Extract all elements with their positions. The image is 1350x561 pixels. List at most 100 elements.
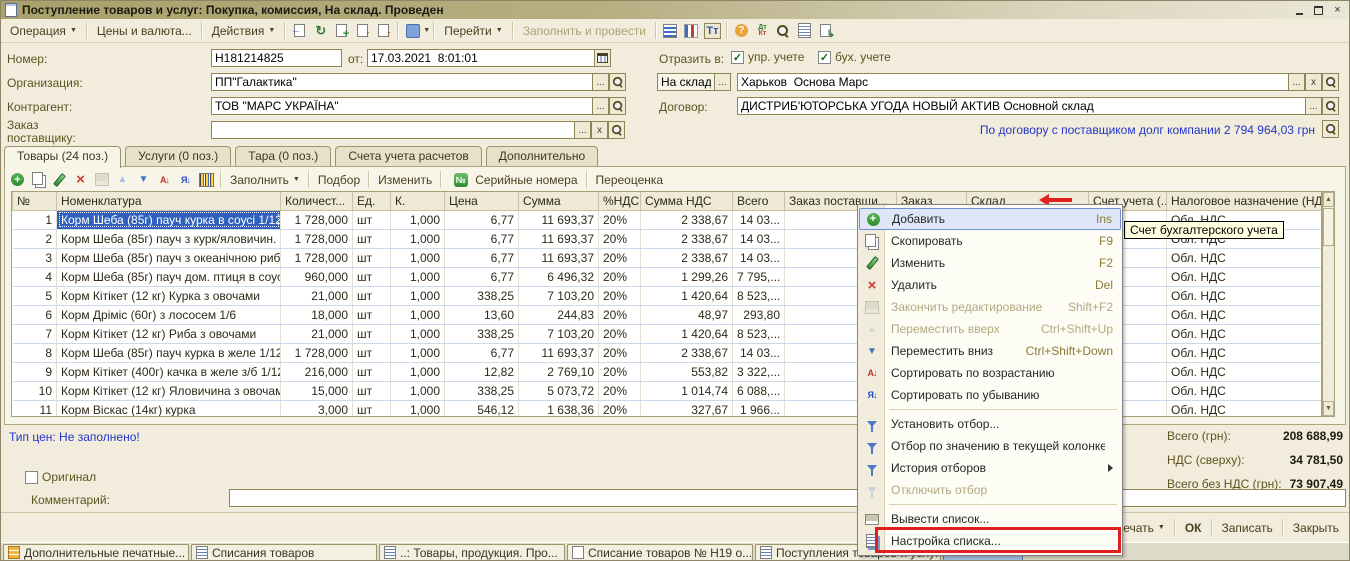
warehouse-clear-button[interactable]: x [1305, 73, 1322, 91]
col-number[interactable]: № [13, 192, 57, 210]
barcode-icon[interactable] [198, 172, 215, 188]
delete-row-icon[interactable] [72, 172, 89, 188]
sort-desc-icon[interactable] [177, 172, 194, 188]
table-scrollbar[interactable]: ▲ ▼ [1322, 191, 1335, 417]
menu-item-end-edit[interactable]: Закончить редактированиеShift+F2 [859, 296, 1121, 318]
menu-item-filter-by-value[interactable]: Отбор по значению в текущей колонке [859, 435, 1121, 457]
number-field[interactable] [211, 49, 342, 67]
tab-additional[interactable]: Дополнительно [486, 146, 598, 167]
report-structure-icon[interactable] [662, 23, 679, 39]
table-row[interactable]: 10Корм Кітікет (12 кг) Яловичина з овоча… [13, 381, 1323, 400]
scroll-down-icon[interactable]: ▼ [1323, 401, 1334, 416]
taskbar-item-additional-print[interactable]: Дополнительные печатные... [3, 544, 189, 561]
subordination-icon[interactable] [817, 23, 834, 39]
copy-row-icon[interactable] [30, 172, 47, 188]
table-row[interactable]: 6Корм Дріміс (60г) з лососем 1/618,000шт… [13, 305, 1323, 324]
end-edit-icon[interactable] [93, 172, 110, 188]
original-checkbox[interactable]: Оригинал [25, 470, 96, 484]
change-button[interactable]: Изменить [373, 171, 437, 189]
operation-button[interactable]: Операция▼ [4, 22, 83, 40]
chevron-down-icon[interactable]: ▼ [423, 27, 430, 34]
contractor-select-button[interactable]: ... [592, 97, 609, 115]
go-button[interactable]: Перейти▼ [438, 22, 509, 40]
send-icon[interactable] [404, 23, 421, 39]
pick-button[interactable]: Подбор [313, 171, 365, 189]
comment-field[interactable] [229, 489, 1346, 507]
col-total[interactable]: Всего [733, 192, 785, 210]
edit-row-icon[interactable] [51, 172, 68, 188]
date-field[interactable] [367, 49, 595, 67]
text-settings-icon[interactable]: Тт [704, 23, 721, 39]
col-unit[interactable]: Ед. [353, 192, 391, 210]
tab-accounts[interactable]: Счета учета расчетов [335, 146, 481, 167]
contractor-field[interactable] [211, 97, 593, 115]
sort-asc-icon[interactable] [156, 172, 173, 188]
scroll-up-icon[interactable]: ▲ [1323, 192, 1334, 207]
contract-select-button[interactable]: ... [1305, 97, 1322, 115]
move-up-icon[interactable] [114, 172, 131, 188]
menu-item-move-down[interactable]: Переместить внизCtrl+Shift+Down [859, 340, 1121, 362]
col-sum[interactable]: Сумма [519, 192, 599, 210]
ok-button[interactable]: ОК [1179, 519, 1208, 537]
preview-icon[interactable] [775, 23, 792, 39]
table-row[interactable]: 9Корм Кітікет (400г) качка в желе з/б 1/… [13, 362, 1323, 381]
menu-item-set-filter[interactable]: Установить отбор... [859, 413, 1121, 435]
refresh-icon[interactable] [312, 23, 329, 39]
menu-item-sort-asc[interactable]: Сортировать по возрастанию [859, 362, 1121, 384]
table-row[interactable]: 4Корм Шеба (85г) пауч дом. птиця в соусі… [13, 267, 1323, 286]
prices-currency-button[interactable]: Цены и валюта... [91, 22, 198, 40]
tab-goods[interactable]: Товары (24 поз.) [4, 146, 121, 168]
contract-open-button[interactable] [1322, 97, 1339, 115]
col-tax-purpose[interactable]: Налоговое назначение (НДС) [1167, 192, 1323, 210]
taskbar-item-goods-production[interactable]: ..: Товары, продукция. Про... [379, 544, 565, 561]
debt-open-button[interactable] [1322, 120, 1339, 138]
help-icon[interactable] [733, 23, 750, 39]
dt-kt-icon[interactable]: ДтКт [754, 23, 771, 39]
col-vat-sum[interactable]: Сумма НДС [641, 192, 733, 210]
menu-item-sort-desc[interactable]: Сортировать по убыванию [859, 384, 1121, 406]
col-coef[interactable]: К. [391, 192, 445, 210]
menu-item-add[interactable]: ДобавитьIns [859, 208, 1121, 230]
contractor-open-button[interactable] [609, 97, 626, 115]
post-document-icon[interactable] [354, 23, 371, 39]
col-nomenclature[interactable]: Номенклатура [57, 192, 281, 210]
mgmt-accounting-checkbox[interactable]: ✓ упр. учете [731, 50, 804, 64]
supplier-order-clear-button[interactable]: x [591, 121, 608, 139]
organization-open-button[interactable] [609, 73, 626, 91]
supplier-order-field[interactable] [211, 121, 575, 139]
organization-field[interactable] [211, 73, 593, 91]
taskbar-item-writeoffs[interactable]: Списания товаров [191, 544, 377, 561]
supplier-debt-link[interactable]: По договору с поставщиком долг компании … [980, 123, 1315, 137]
flags-icon[interactable] [683, 23, 700, 39]
menu-item-copy[interactable]: СкопироватьF9 [859, 230, 1121, 252]
col-quantity[interactable]: Количест... [281, 192, 353, 210]
table-row[interactable]: 7Корм Кітікет (12 кг) Риба з овочами21,0… [13, 324, 1323, 343]
list-icon[interactable] [796, 23, 813, 39]
warehouse-open-button[interactable] [1322, 73, 1339, 91]
copy-document-icon[interactable] [333, 23, 350, 39]
supplier-order-open-button[interactable] [608, 121, 625, 139]
warehouse-field[interactable] [737, 73, 1289, 91]
move-down-icon[interactable] [135, 172, 152, 188]
scroll-thumb[interactable] [1323, 208, 1334, 246]
menu-item-filter-history[interactable]: История отборов [859, 457, 1121, 479]
fill-and-post-button[interactable]: Заполнить и провести [517, 22, 652, 40]
close-form-button[interactable]: Закрыть [1287, 519, 1345, 537]
calendar-button[interactable] [594, 49, 611, 67]
menu-item-filter-off[interactable]: Отключить отбор [859, 479, 1121, 501]
table-row[interactable]: 3Корм Шеба (85г) пауч з океанічною рибо.… [13, 248, 1323, 267]
minimize-button[interactable] [1292, 4, 1307, 17]
contract-field[interactable] [737, 97, 1306, 115]
menu-item-move-up[interactable]: Переместить вверхCtrl+Shift+Up [859, 318, 1121, 340]
supplier-order-select-button[interactable]: ... [574, 121, 591, 139]
taskbar-item-writeoff-doc[interactable]: Списание товаров № H19 о... [567, 544, 753, 561]
col-price[interactable]: Цена [445, 192, 519, 210]
table-row[interactable]: 8Корм Шеба (85г) пауч курка в желе 1/121… [13, 343, 1323, 362]
organization-select-button[interactable]: ... [592, 73, 609, 91]
save-button[interactable]: Записать [1216, 519, 1279, 537]
menu-item-delete[interactable]: УдалитьDel [859, 274, 1121, 296]
add-row-icon[interactable] [9, 172, 26, 188]
unpost-document-icon[interactable] [375, 23, 392, 39]
tab-services[interactable]: Услуги (0 поз.) [125, 146, 231, 167]
buh-accounting-checkbox[interactable]: ✓ бух. учете [818, 50, 891, 64]
